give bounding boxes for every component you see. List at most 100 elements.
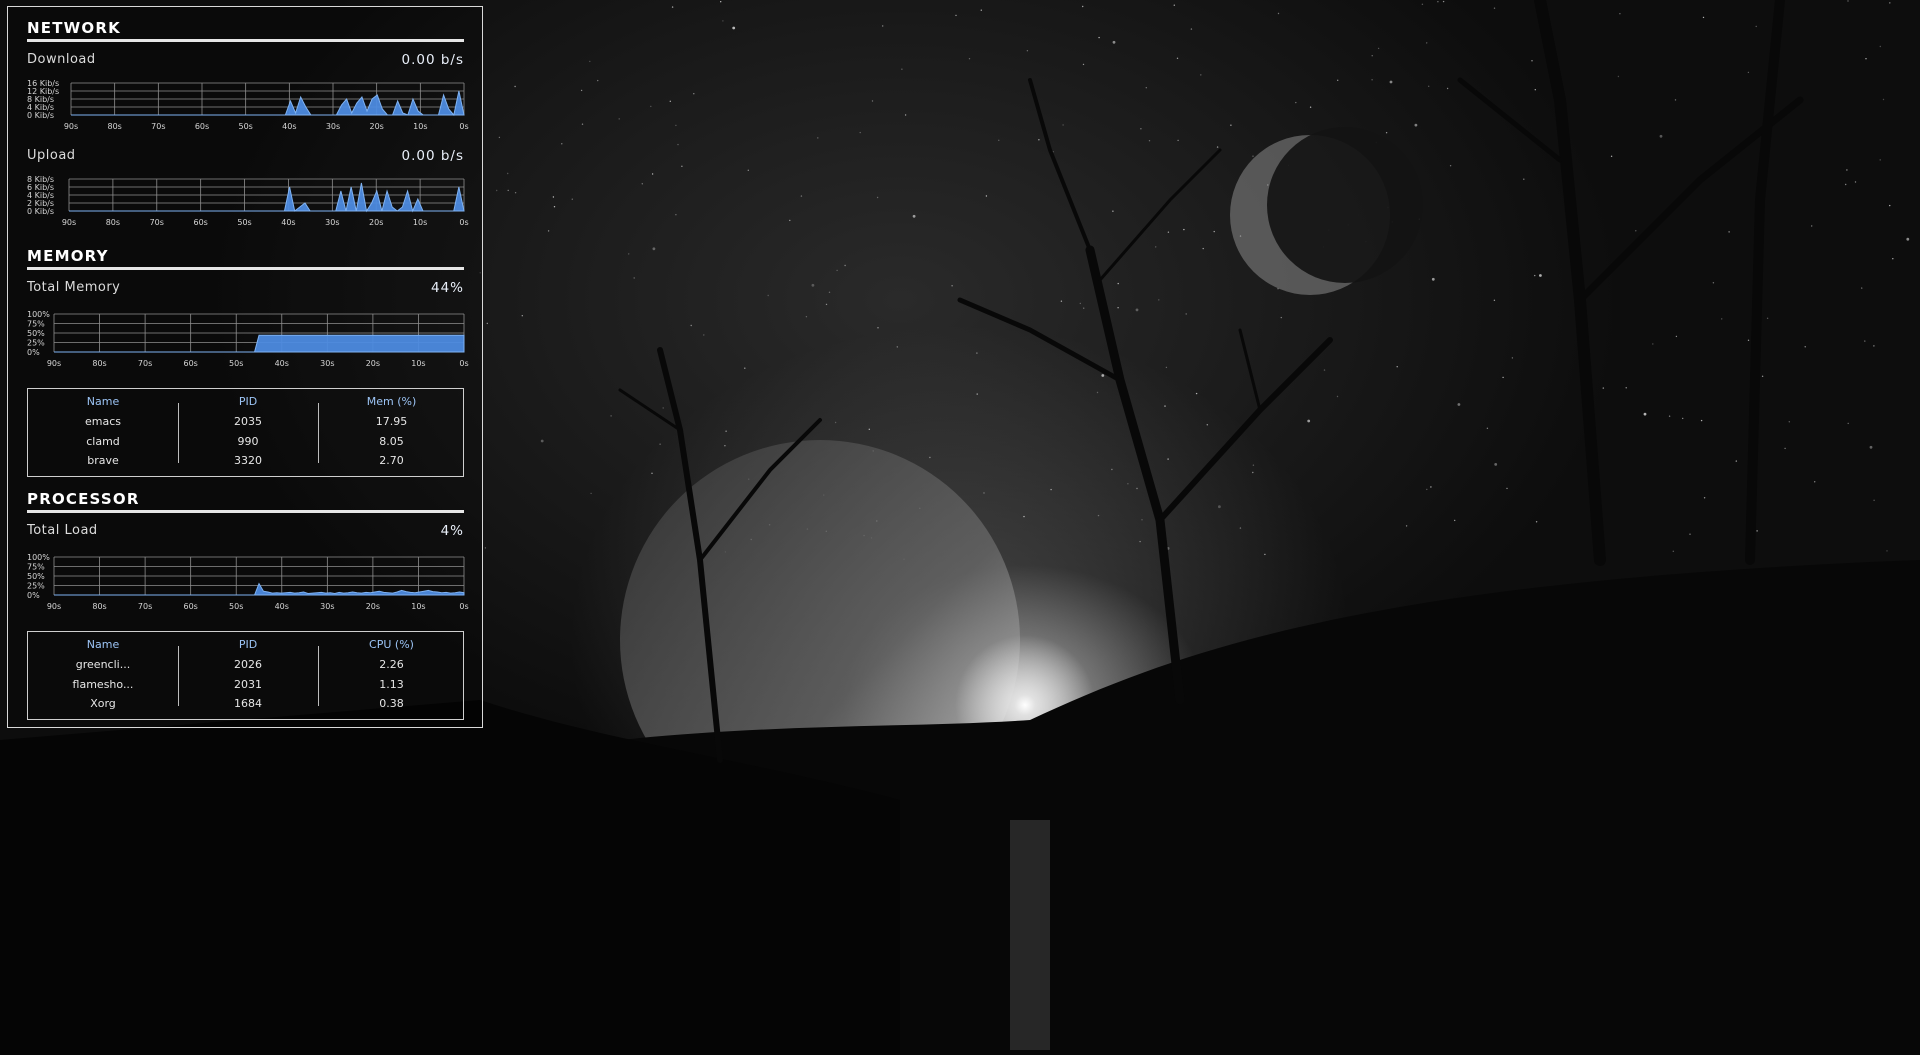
star	[486, 322, 488, 325]
star	[985, 195, 988, 197]
star	[1096, 391, 1099, 394]
star	[1385, 132, 1388, 134]
upload-label: Upload	[27, 148, 76, 163]
star	[1703, 497, 1706, 499]
star	[589, 60, 591, 63]
x-tick-label: 30s	[325, 218, 339, 227]
x-tick-label: 50s	[229, 602, 243, 611]
star	[1139, 540, 1141, 543]
star	[628, 253, 630, 255]
star	[1216, 146, 1219, 148]
star	[1747, 71, 1750, 74]
star	[1082, 63, 1085, 66]
upload-graph: 8 Kib/s6 Kib/s4 Kib/s2 Kib/s0 Kib/s90s 80…	[27, 175, 469, 227]
star	[1164, 405, 1166, 407]
system-monitor-widget: NETWORK Download 0.00 b/s 16 Kib/s 12 Kib…	[7, 6, 483, 728]
star	[1493, 299, 1496, 301]
table-cell-name: emacs	[84, 415, 121, 428]
table-column-name: Name emacs clamd brave	[28, 389, 178, 476]
star	[651, 472, 653, 474]
x-tick-label: 10s	[413, 218, 427, 227]
table-header-value: Mem (%)	[366, 395, 417, 408]
river-reflection	[1010, 820, 1050, 1050]
star	[1892, 258, 1894, 260]
star	[484, 547, 487, 549]
star	[1788, 421, 1791, 423]
star	[1682, 417, 1684, 420]
x-tick-label: 70s	[151, 122, 165, 131]
x-tick-label: 20s	[366, 359, 380, 368]
y-tick-label: 100%	[27, 310, 50, 319]
total-load-label: Total Load	[27, 523, 98, 538]
star	[669, 100, 671, 103]
table-column-pid: PID 2026 2031 1684	[178, 632, 318, 719]
star-field	[479, 0, 1910, 560]
star	[1309, 106, 1312, 108]
table-cell-value: 2.70	[379, 454, 404, 467]
table-header-value: CPU (%)	[369, 638, 414, 651]
star	[1675, 335, 1678, 338]
star	[1323, 369, 1326, 371]
star	[1430, 486, 1432, 488]
star	[767, 294, 769, 297]
x-tick-label: 60s	[195, 122, 209, 131]
x-tick-label: 20s	[369, 122, 383, 131]
x-tick-label: 80s	[107, 122, 121, 131]
star	[1735, 460, 1738, 462]
moon-shadow	[1267, 127, 1423, 283]
star	[1446, 87, 1449, 90]
star	[1145, 87, 1148, 89]
y-tick-label: 0 Kib/s	[27, 111, 54, 120]
star	[834, 421, 837, 424]
table-header-pid: PID	[238, 638, 258, 651]
table-cell-pid: 1684	[234, 697, 262, 710]
star	[675, 124, 677, 127]
processor-section-title: PROCESSOR	[27, 490, 464, 513]
star	[1449, 165, 1452, 167]
x-tick-label: 0s	[459, 602, 468, 611]
star	[633, 277, 635, 279]
star	[1038, 139, 1040, 141]
star	[1405, 525, 1408, 527]
star	[980, 9, 982, 11]
upload-value: 0.00 b/s	[401, 148, 464, 164]
star	[1674, 99, 1677, 101]
x-tick-label: 50s	[238, 122, 252, 131]
star	[1428, 85, 1430, 88]
star	[1702, 16, 1705, 19]
star	[722, 20, 724, 22]
star	[1539, 274, 1542, 277]
star	[590, 492, 592, 495]
star	[1625, 387, 1627, 389]
x-tick-label: 90s	[47, 602, 61, 611]
star	[597, 79, 599, 82]
star	[1396, 366, 1398, 368]
star	[1414, 123, 1418, 127]
star	[1889, 204, 1891, 207]
x-tick-label: 70s	[138, 359, 152, 368]
network-section-title: NETWORK	[27, 19, 464, 42]
star	[912, 214, 916, 218]
x-tick-label: 10s	[411, 602, 425, 611]
star	[561, 143, 563, 145]
star	[983, 492, 985, 494]
x-tick-label: 90s	[47, 359, 61, 368]
star	[1136, 487, 1138, 490]
star	[1426, 488, 1428, 491]
star	[1668, 415, 1671, 417]
star	[1454, 519, 1456, 522]
star	[1082, 5, 1084, 8]
star	[1239, 527, 1242, 529]
star	[1879, 159, 1881, 161]
star	[1127, 483, 1129, 485]
x-tick-label: 30s	[326, 122, 340, 131]
star	[1185, 313, 1187, 315]
star	[1158, 299, 1160, 301]
star	[882, 25, 884, 27]
star	[507, 172, 509, 175]
star	[521, 315, 523, 317]
table-column-value: Mem (%) 17.95 8.05 2.70	[318, 389, 465, 476]
star	[690, 324, 692, 327]
x-tick-label: 70s	[138, 602, 152, 611]
star	[1494, 463, 1498, 466]
